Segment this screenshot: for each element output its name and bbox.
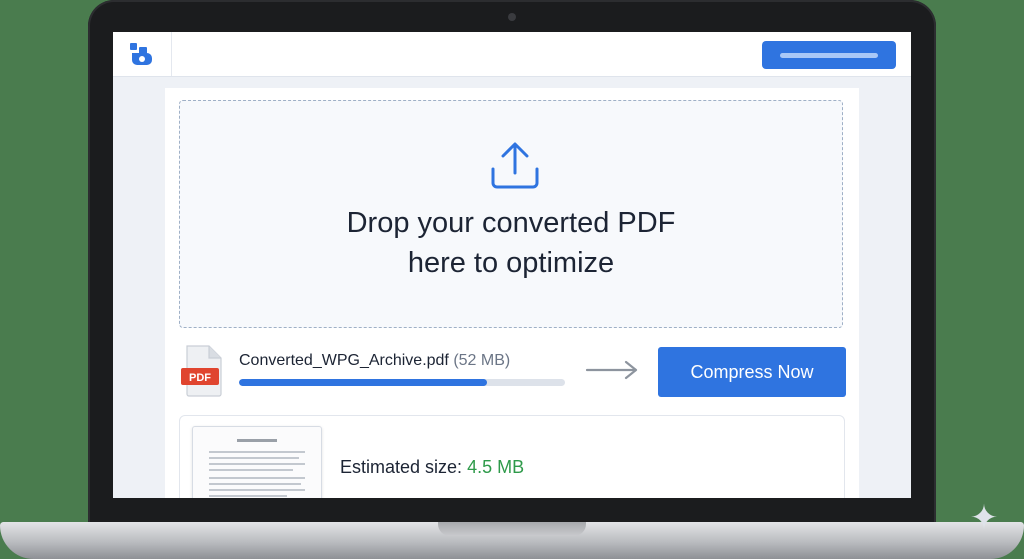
pdf-file-icon: PDF xyxy=(181,345,222,397)
app-window: Drop your converted PDF here to optimize… xyxy=(113,32,911,498)
upload-icon xyxy=(491,142,539,189)
estimated-size-value: 4.5 MB xyxy=(467,457,525,477)
upload-progress-bar xyxy=(239,379,565,386)
dropzone-line-1: Drop your converted PDF xyxy=(346,207,676,239)
button-placeholder-bar xyxy=(780,53,878,58)
logo[interactable] xyxy=(113,32,172,76)
estimate-card: Estimated size: 4.5 MB xyxy=(179,415,845,498)
optimizer-panel: Drop your converted PDF here to optimize… xyxy=(165,88,859,498)
app-logo-icon xyxy=(130,43,152,65)
compress-now-button[interactable]: Compress Now xyxy=(658,347,846,397)
arrow-right-icon xyxy=(585,360,638,380)
webcam xyxy=(508,13,516,21)
upload-progress-fill xyxy=(239,379,487,386)
estimated-size-label: Estimated size: xyxy=(340,457,463,477)
file-size: (52 MB) xyxy=(453,352,511,369)
laptop-base-notch xyxy=(438,522,586,536)
file-name: Converted_WPG_Archive.pdf xyxy=(239,352,449,369)
dropzone-instructions: Drop your converted PDF here to optimize xyxy=(180,203,842,283)
app-header xyxy=(113,32,911,77)
document-preview-thumbnail xyxy=(192,426,322,498)
dropzone-line-2: here to optimize xyxy=(407,247,615,279)
pdf-badge-label: PDF xyxy=(189,372,211,384)
sparkle-icon: ✦ xyxy=(969,499,999,537)
file-info: Converted_WPG_Archive.pdf (52 MB) xyxy=(239,352,510,370)
file-dropzone[interactable]: Drop your converted PDF here to optimize xyxy=(179,100,843,328)
header-action-button[interactable] xyxy=(762,41,896,69)
estimated-size: Estimated size: 4.5 MB xyxy=(340,457,524,478)
